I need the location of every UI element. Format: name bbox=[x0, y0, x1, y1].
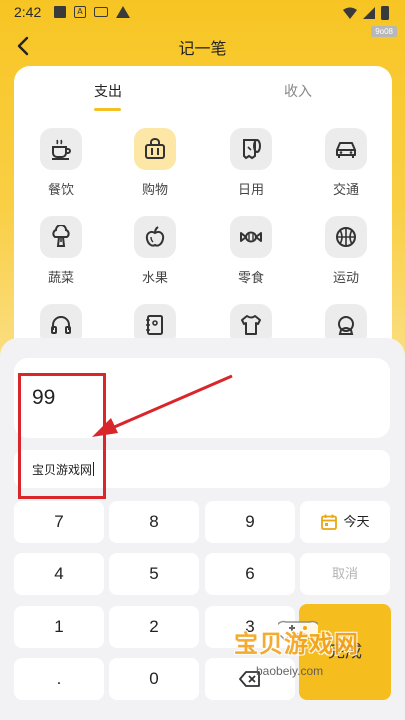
pointer-arrow bbox=[92, 374, 233, 437]
watermark: 宝贝游戏网 baobeiy.com bbox=[228, 620, 398, 708]
watermark-url: baobeiy.com bbox=[256, 664, 324, 678]
watermark-text: 宝贝游戏网 bbox=[234, 630, 359, 658]
